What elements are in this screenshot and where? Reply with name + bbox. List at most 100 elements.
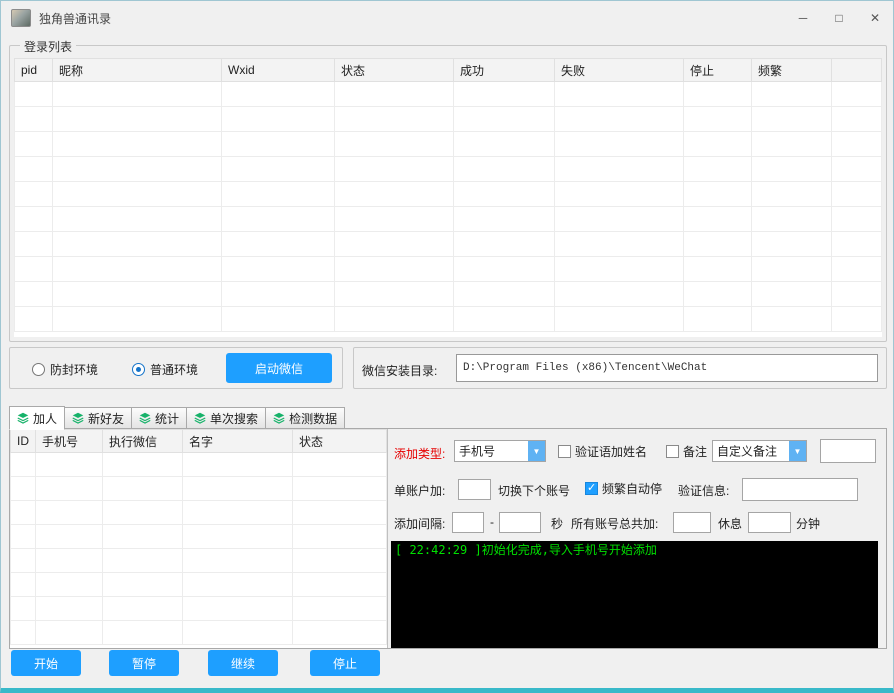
tab-content: ID 手机号 执行微信 名字 状态 添加类型: 手机号 ▼ 验证语加姓名 备注 … [9,428,887,649]
table-row[interactable] [10,596,387,621]
rest-input[interactable] [748,512,791,533]
column-header-fail: 失败 [554,58,684,82]
tab-new-friends[interactable]: 新好友 [65,407,133,429]
layers-icon [139,412,151,424]
radio-circle-icon [32,363,45,376]
total-input[interactable] [673,512,711,533]
interval-to-input[interactable] [499,512,541,533]
minimize-button[interactable]: ─ [785,1,821,35]
login-table-body [14,81,882,332]
environment-box: 防封环境 普通环境 启动微信 [9,347,343,389]
add-type-value: 手机号 [459,444,496,459]
radio-anti-ban-env[interactable]: 防封环境 [32,361,98,378]
auto-stop-checkbox[interactable]: ✓ 频繁自动停 [585,480,662,497]
table-row[interactable] [10,500,387,525]
tab-label: 检测数据 [289,411,338,426]
rest-label: 休息 [718,517,743,531]
radio-circle-icon [132,363,145,376]
table-row[interactable] [14,156,882,182]
column-header-wxid: Wxid [221,58,335,82]
login-table[interactable]: pid 昵称 Wxid 状态 成功 失败 停止 频繁 [14,58,882,332]
table-row[interactable] [14,131,882,157]
start-button[interactable]: 开始 [11,650,81,676]
tab-label: 单次搜索 [210,411,259,426]
table-row[interactable] [14,256,882,282]
minutes-label: 分钟 [796,517,821,531]
verify-msg-input[interactable] [742,478,858,501]
table-row[interactable] [14,306,882,332]
phone-table[interactable]: ID 手机号 执行微信 名字 状态 [10,429,387,645]
install-dir-label: 微信安装目录: [362,364,438,378]
table-row[interactable] [10,620,387,645]
verify-with-name-label: 验证语加姓名 [575,445,648,459]
verify-with-name-checkbox[interactable]: 验证语加姓名 [558,443,647,460]
column-header-stop: 停止 [683,58,752,82]
start-wechat-button[interactable]: 启动微信 [226,353,332,383]
maximize-button[interactable]: □ [821,1,857,35]
seconds-label: 秒 [551,517,564,531]
tab-statistics[interactable]: 统计 [132,407,188,429]
column-header-name: 名字 [182,429,293,453]
column-header-state: 状态 [292,429,387,453]
column-header-success: 成功 [453,58,555,82]
app-logo-icon [11,9,31,27]
tab-add-people[interactable]: 加人 [9,406,66,430]
table-row[interactable] [14,231,882,257]
phone-table-wrap: ID 手机号 执行微信 名字 状态 [10,429,388,648]
chevron-down-icon[interactable]: ▼ [528,441,545,461]
table-row[interactable] [14,81,882,107]
switch-account-label: 切换下个账号 [498,484,571,498]
tab-label: 统计 [155,411,180,426]
add-type-label: 添加类型: [394,447,446,461]
column-header-phone: 手机号 [35,429,103,453]
window-title: 独角兽通讯录 [39,11,112,26]
table-row[interactable] [14,181,882,207]
column-header-pid: pid [14,58,53,82]
tab-single-search[interactable]: 单次搜索 [187,407,267,429]
tab-label: 新好友 [88,411,125,426]
column-header-id: ID [10,429,36,453]
remark-checkbox[interactable]: 备注 [666,443,707,460]
remark-mode-value: 自定义备注 [717,444,778,459]
tab-bar: 加人 新好友 统计 单次搜索 检测数据 [9,405,346,430]
layers-icon [17,412,29,424]
interval-from-input[interactable] [452,512,484,533]
pause-button[interactable]: 暂停 [109,650,179,676]
login-table-header: pid 昵称 Wxid 状态 成功 失败 停止 频繁 [14,58,882,82]
table-row[interactable] [14,106,882,132]
custom-remark-input[interactable] [820,439,876,463]
table-row[interactable] [14,281,882,307]
column-header-status: 状态 [334,58,454,82]
close-button[interactable]: ✕ [857,1,893,35]
table-row[interactable] [10,452,387,477]
column-header-nickname: 昵称 [52,58,222,82]
total-label: 所有账号总共加: [571,517,659,531]
per-account-label: 单账户加: [394,484,446,498]
table-row[interactable] [10,476,387,501]
tab-detect-data[interactable]: 检测数据 [266,407,346,429]
chevron-down-icon[interactable]: ▼ [789,441,806,461]
radio-normal-env[interactable]: 普通环境 [132,361,198,378]
add-type-select[interactable]: 手机号 ▼ [454,440,546,462]
table-row[interactable] [10,548,387,573]
remark-mode-select[interactable]: 自定义备注 ▼ [712,440,807,462]
checkbox-icon [558,445,571,458]
radio-normal-label: 普通环境 [150,363,199,377]
verify-msg-label: 验证信息: [678,484,730,498]
tab-label: 加人 [33,411,58,426]
resume-button[interactable]: 继续 [208,650,278,676]
column-header-filler [831,58,882,82]
table-row[interactable] [14,206,882,232]
remark-label: 备注 [683,445,708,459]
login-table-wrap: pid 昵称 Wxid 状态 成功 失败 停止 频繁 [14,58,882,337]
console-line: [ 22:42:29 ]初始化完成,导入手机号开始添加 [395,543,657,557]
table-row[interactable] [10,524,387,549]
table-row[interactable] [10,572,387,597]
titlebar: 独角兽通讯录 ─ □ ✕ [1,1,893,35]
add-people-form: 添加类型: 手机号 ▼ 验证语加姓名 备注 自定义备注 ▼ 单账户加: 切换下个… [388,429,886,648]
per-account-input[interactable] [458,479,491,500]
column-header-frequent: 频繁 [751,58,832,82]
install-dir-input[interactable] [456,354,878,382]
layers-icon [72,412,84,424]
stop-button[interactable]: 停止 [310,650,380,676]
